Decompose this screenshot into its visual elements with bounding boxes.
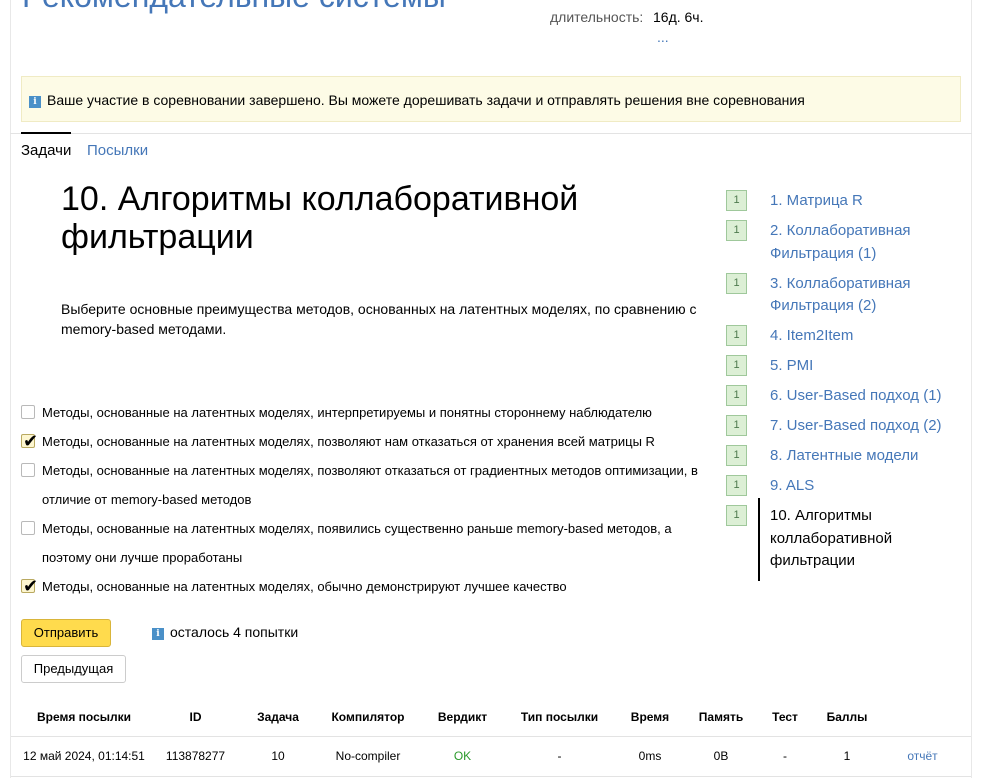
submission-time: 12 май 2024, 01:14:51 [11,736,157,777]
column-header: Время посылки [11,699,157,737]
problem-list-item[interactable]: 1 7. User-Based подход (2) [726,415,966,438]
problem-list-label[interactable]: 5. PMI [770,357,813,374]
answer-checkbox[interactable] [21,572,38,601]
problem-list-item[interactable]: 1 9. ALS [726,475,966,498]
answer-option[interactable]: Методы, основанные на латентных моделях,… [21,398,711,427]
answer-checkbox[interactable] [21,463,35,477]
answer-checkbox[interactable] [21,521,35,535]
notice-text: Ваше участие в соревновании завершено. В… [47,92,805,108]
column-header: Тест [750,699,820,737]
tab-problems[interactable]: Задачи [21,132,72,159]
problem-list-item[interactable]: 1 5. PMI [726,355,966,378]
info-icon: i [29,96,41,108]
column-header: Задача [234,699,322,737]
table-row: 12 май 2024, 01:14:51 113878277 10 No-co… [11,736,971,777]
answer-option[interactable]: Методы, основанные на латентных моделях,… [21,514,711,572]
submissions-table: Время посылки ID Задача Компилятор Верди… [11,699,971,777]
answer-options: Методы, основанные на латентных моделях,… [21,398,711,601]
column-header: Время [608,699,692,737]
submission-memory: 0B [692,736,750,777]
report-link[interactable]: отчёт [874,736,971,777]
answer-checkbox[interactable] [21,427,38,456]
problem-list-item[interactable]: 1 6. User-Based подход (1) [726,385,966,408]
submit-button[interactable]: Отправить [21,619,111,647]
contest-duration: длительность: 16д. 6ч. [550,9,704,25]
problem-list-label[interactable]: 8. Латентные модели [770,447,918,464]
answer-option[interactable]: Методы, основанные на латентных моделях,… [21,456,711,514]
answer-option-label: Методы, основанные на латентных моделях,… [42,521,672,565]
problem-list-label[interactable]: 3. Коллаборативная Фильтрация (2) [770,275,911,315]
problem-score-badge: 1 [726,445,747,466]
answer-checkbox[interactable] [21,405,35,419]
contest-title[interactable]: Рекомендательные системы [22,0,446,15]
problem-list-label[interactable]: 6. User-Based подход (1) [770,387,942,404]
problem-list-label[interactable]: 2. Коллаборативная Фильтрация (1) [770,222,911,262]
problem-list-label[interactable]: 4. Item2Item [770,327,853,344]
problem-title: 10. Алгоритмы коллаборативной фильтрации [61,180,579,256]
submission-compiler: No-compiler [322,736,414,777]
answer-option[interactable]: Методы, основанные на латентных моделях,… [21,572,711,601]
answer-option[interactable]: Методы, основанные на латентных моделях,… [21,427,711,456]
problem-score-badge: 1 [726,190,747,211]
attempts-left: i осталось 4 попытки [152,624,298,640]
answer-option-label: Методы, основанные на латентных моделях,… [42,405,652,420]
previous-problem-button[interactable]: Предыдущая [21,655,126,683]
submission-type: - [511,736,608,777]
problem-score-badge: 1 [726,272,747,294]
problem-score-badge: 1 [726,325,747,346]
submission-verdict: OK [414,736,511,777]
answer-option-label: Методы, основанные на латентных моделях,… [42,434,655,449]
problem-list-item-current: 1 10. Алгоритмы коллаборативной фильтраци… [726,498,966,580]
problem-description: Выберите основные преимущества методов, … [61,301,697,337]
problem-score-badge: 1 [726,385,747,406]
column-header: Память [692,699,750,737]
problem-list-label: 10. Алгоритмы коллаборативной фильтрации [770,507,893,569]
answer-option-label: Методы, основанные на латентных моделях,… [42,579,567,594]
answer-option-label: Методы, основанные на латентных моделях,… [42,463,698,507]
tabs-divider [10,133,972,134]
problem-list-item[interactable]: 1 1. Матрица R [726,190,966,213]
column-header [874,699,971,737]
submission-test: - [750,736,820,777]
column-header: Вердикт [414,699,511,737]
submission-time-used: 0ms [608,736,692,777]
attempts-text: осталось 4 попытки [170,624,299,640]
info-icon: i [152,628,164,640]
participation-notice: i Ваше участие в соревновании завершено. … [21,76,961,122]
duration-value: 16д. 6ч. [653,9,704,25]
problem-score-badge: 1 [726,415,747,436]
problem-list-label[interactable]: 1. Матрица R [770,192,863,209]
column-header: Компилятор [322,699,414,737]
column-header: Тип посылки [511,699,608,737]
problem-list-item[interactable]: 1 8. Латентные модели [726,445,966,468]
problem-list-item[interactable]: 1 3. Коллаборативная Фильтрация (2) [726,272,966,318]
problem-list: 1 1. Матрица R 1 2. Коллаборативная Фильтр… [726,190,966,580]
column-header: Баллы [820,699,874,737]
problem-score-badge: 1 [726,220,747,241]
column-header: ID [157,699,234,737]
problem-list-label[interactable]: 7. User-Based подход (2) [770,417,942,434]
more-info-link[interactable]: ... [657,29,669,45]
submission-id: 113878277 [157,736,234,777]
tab-submissions[interactable]: Посылки [87,142,148,159]
table-header-row: Время посылки ID Задача Компилятор Верди… [11,699,971,737]
problem-score-badge: 1 [726,505,747,526]
submission-problem: 10 [234,736,322,777]
problem-list-item[interactable]: 1 4. Item2Item [726,325,966,348]
problem-score-badge: 1 [726,475,747,496]
submission-score: 1 [820,736,874,777]
duration-label: длительность: [550,9,644,25]
problem-list-item[interactable]: 1 2. Коллаборативная Фильтрация (1) [726,220,966,265]
problem-list-label[interactable]: 9. ALS [770,477,814,494]
problem-score-badge: 1 [726,355,747,376]
